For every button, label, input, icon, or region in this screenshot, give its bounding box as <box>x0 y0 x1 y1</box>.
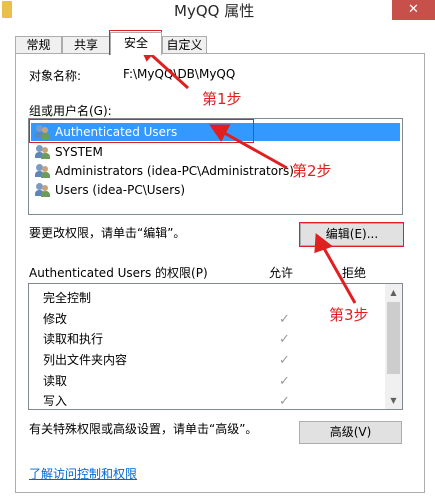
table-row: 读取和执行 ✓ <box>29 329 384 350</box>
group-list-label: 组或用户名(G): <box>29 104 112 118</box>
user-name: SYSTEM <box>55 145 103 159</box>
user-group-icon <box>35 145 51 159</box>
permissions-header: Authenticated Users 的权限(P) <box>29 266 208 280</box>
list-item[interactable]: Administrators (idea-PC\Administrators) <box>31 162 400 180</box>
tab-security[interactable]: 安全 <box>110 32 162 55</box>
permission-name: 读取和执行 <box>43 332 104 346</box>
permission-name: 修改 <box>43 312 68 326</box>
step2-highlight <box>29 119 254 143</box>
permission-list[interactable]: 完全控制 修改 ✓ 读取和执行 ✓ 列出文件夹内容 ✓ 读取 ✓ 写入 ✓ ▲ … <box>28 283 403 410</box>
step3-highlight <box>299 222 404 247</box>
window-title: MyQQ 属性 <box>174 2 255 20</box>
deny-column-header: 拒绝 <box>342 266 367 280</box>
permission-name: 完全控制 <box>43 291 92 305</box>
learn-more-link[interactable]: 了解访问控制和权限 <box>29 465 137 482</box>
allow-column-header: 允许 <box>269 266 294 280</box>
step1-label: 第1步 <box>202 90 242 108</box>
list-item[interactable]: SYSTEM <box>31 143 400 161</box>
advanced-button[interactable]: 高级(V) <box>299 421 402 444</box>
check-icon: ✓ <box>279 353 290 368</box>
check-icon: ✓ <box>279 332 290 347</box>
step2-label: 第2步 <box>292 162 332 180</box>
scroll-thumb[interactable] <box>387 302 400 374</box>
user-group-icon <box>35 164 51 178</box>
close-button[interactable]: ✕ <box>392 0 435 20</box>
permission-name: 写入 <box>43 394 68 408</box>
step3-label: 第3步 <box>329 306 369 324</box>
edit-hint: 要更改权限，请单击“编辑”。 <box>29 226 186 240</box>
user-name: Users (idea-PC\Users) <box>55 183 186 197</box>
user-name: Administrators (idea-PC\Administrators) <box>55 164 294 178</box>
table-row: 写入 ✓ <box>29 391 384 409</box>
table-row: 读取 ✓ <box>29 371 384 392</box>
list-item[interactable]: Users (idea-PC\Users) <box>31 181 400 199</box>
advanced-hint: 有关特殊权限或高级设置，请单击“高级”。 <box>29 422 258 436</box>
table-row: 列出文件夹内容 ✓ <box>29 350 384 371</box>
title-bar: MyQQ 属性 ✕ <box>0 0 435 30</box>
scroll-down-icon[interactable]: ▼ <box>385 392 402 409</box>
permission-name: 读取 <box>43 374 68 388</box>
permission-name: 列出文件夹内容 <box>43 353 128 367</box>
scroll-up-icon[interactable]: ▲ <box>385 284 402 301</box>
user-group-icon <box>35 183 51 197</box>
check-icon: ✓ <box>279 394 290 409</box>
check-icon: ✓ <box>279 312 290 327</box>
tab-customize[interactable]: 自定义 <box>162 36 207 54</box>
object-name-value: F:\MyQQ\DB\MyQQ <box>123 67 236 81</box>
tab-sharing[interactable]: 共享 <box>62 36 110 54</box>
folder-icon <box>2 1 12 18</box>
tab-general[interactable]: 常规 <box>15 36 62 54</box>
check-icon: ✓ <box>279 374 290 389</box>
scrollbar[interactable]: ▲ ▼ <box>385 284 402 409</box>
object-name-label: 对象名称: <box>29 69 82 83</box>
